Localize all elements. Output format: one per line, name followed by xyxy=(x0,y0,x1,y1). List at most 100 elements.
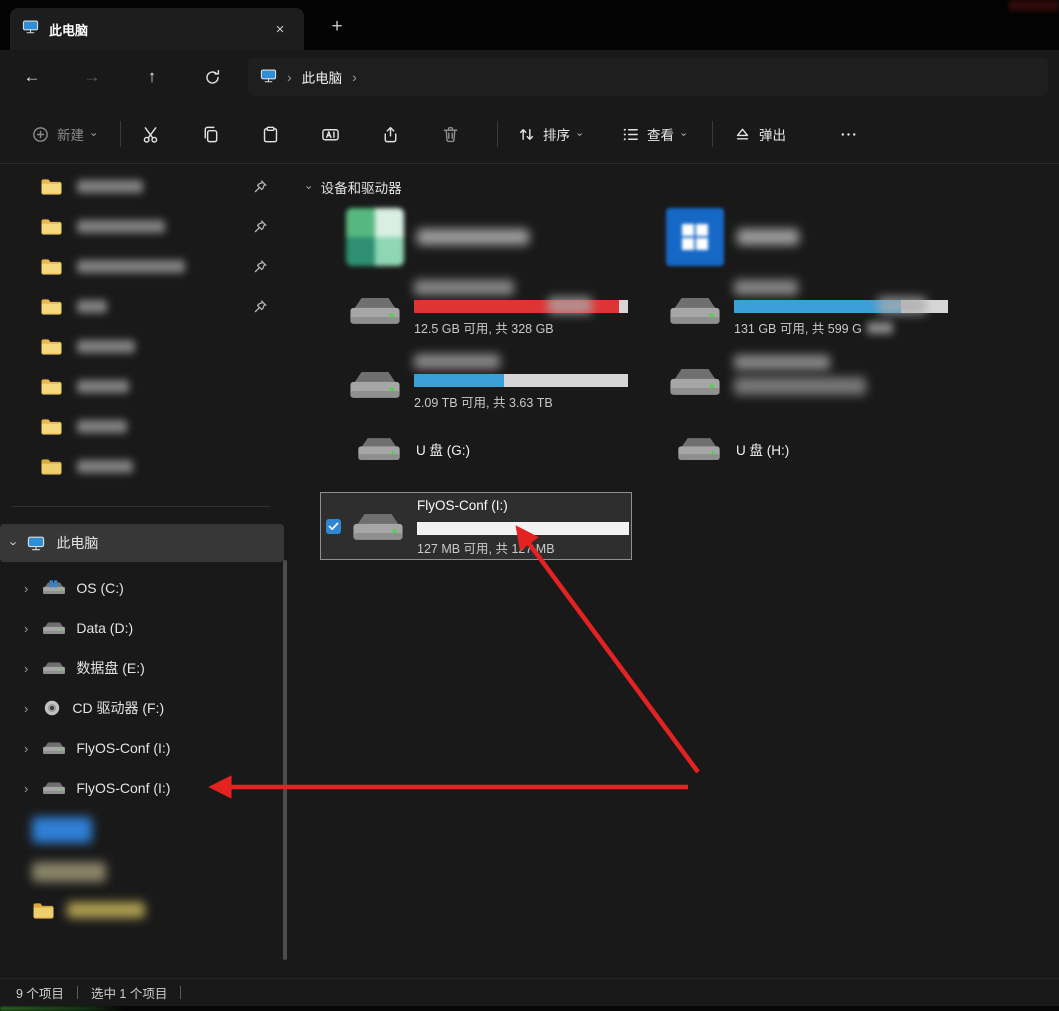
sidebar-folder[interactable] xyxy=(4,326,282,366)
drive-tile[interactable]: 12.5 GB 可用, 共 328 GB xyxy=(320,278,632,344)
breadcrumb-item-this-pc[interactable]: 此电脑 xyxy=(302,67,343,87)
redacted-windows-icon xyxy=(666,208,724,266)
refresh-button[interactable] xyxy=(194,59,230,95)
more-options-button[interactable] xyxy=(828,115,868,153)
folder-icon xyxy=(40,417,63,436)
sidebar-item-drive-d[interactable]: › Data (D:) xyxy=(4,608,282,648)
share-button[interactable] xyxy=(370,115,410,153)
redacted-icon xyxy=(32,817,92,843)
chevron-right-icon[interactable]: › xyxy=(24,581,28,596)
redacted-drive-name xyxy=(734,355,830,370)
view-button[interactable]: 查看 › xyxy=(612,115,694,153)
chevron-down-icon: › xyxy=(573,132,584,136)
sidebar-redacted-item[interactable] xyxy=(4,810,282,850)
redacted-label xyxy=(67,902,145,918)
sidebar-pinned-folder[interactable] xyxy=(4,246,282,286)
selection-checkbox[interactable] xyxy=(326,519,341,534)
drive-icon xyxy=(42,660,66,677)
rename-button[interactable] xyxy=(310,115,350,153)
disk-usage-bar xyxy=(417,522,629,535)
cut-button[interactable] xyxy=(130,115,170,153)
drive-tile[interactable]: U 盘 (H:) xyxy=(640,426,952,472)
drive-tile[interactable] xyxy=(640,352,952,418)
bottom-edge xyxy=(0,1006,1059,1011)
tab-close-icon[interactable]: × xyxy=(268,17,292,41)
redacted-folder-name xyxy=(77,380,129,393)
file-explorer-window: 此电脑 × + ← → ↑ › 此电脑 › 新建 › xyxy=(0,0,1059,1011)
drive-tile[interactable]: 2.09 TB 可用, 共 3.63 TB xyxy=(320,352,632,418)
sidebar-item-drive-flyos-1[interactable]: › FlyOS-Conf (I:) xyxy=(4,728,282,768)
sort-button[interactable]: 排序 › xyxy=(508,115,590,153)
drive-tile-selected[interactable]: FlyOS-Conf (I:) 127 MB 可用, 共 127 MB xyxy=(320,492,632,560)
chevron-right-icon[interactable]: › xyxy=(24,701,28,716)
section-header-devices-and-drives[interactable]: › 设备和驱动器 xyxy=(306,177,402,197)
sidebar-item-label: CD 驱动器 (F:) xyxy=(72,698,164,718)
drive-tile[interactable]: 131 GB 可用, 共 599 G xyxy=(640,278,952,344)
sidebar-redacted-item[interactable] xyxy=(4,852,282,892)
sidebar-pinned-folder[interactable] xyxy=(4,166,282,206)
sidebar-pinned-folder[interactable] xyxy=(4,206,282,246)
breadcrumb: › 此电脑 › xyxy=(248,58,1048,96)
chevron-right-icon[interactable]: › xyxy=(24,741,28,756)
redacted-region xyxy=(0,1006,125,1011)
redacted-folder-name xyxy=(77,300,107,313)
up-button[interactable]: ↑ xyxy=(134,59,170,95)
disk-usage-text: 127 MB 可用, 共 127 MB xyxy=(417,538,555,557)
copy-button[interactable] xyxy=(190,115,230,153)
new-button[interactable]: 新建 › xyxy=(22,115,104,153)
sidebar-item-label: OS (C:) xyxy=(76,580,123,596)
content-pane: › 设备和驱动器 xyxy=(300,164,1059,978)
redacted-folder-name xyxy=(77,220,165,233)
redacted-folder-name xyxy=(77,460,133,473)
drive-icon xyxy=(668,293,722,335)
sidebar-redacted-item[interactable] xyxy=(4,890,282,930)
sidebar-pinned-folder[interactable] xyxy=(4,286,282,326)
chevron-right-icon[interactable]: › xyxy=(287,70,292,84)
computer-icon[interactable] xyxy=(260,68,277,86)
chevron-down-icon[interactable]: › xyxy=(8,541,21,545)
sidebar-folder[interactable] xyxy=(4,366,282,406)
folder-icon xyxy=(40,377,63,396)
redacted-drive-name xyxy=(417,229,529,245)
eject-button[interactable]: 弹出 xyxy=(724,115,795,153)
sidebar-item-drive-flyos-2[interactable]: › FlyOS-Conf (I:) xyxy=(4,768,282,808)
drive-tile[interactable] xyxy=(320,203,632,271)
sidebar-scrollbar[interactable] xyxy=(283,560,287,960)
sidebar-item-this-pc[interactable]: › 此电脑 xyxy=(0,524,284,562)
chevron-down-icon: › xyxy=(677,132,688,136)
chevron-down-icon[interactable]: › xyxy=(302,185,313,189)
sidebar-item-drive-c[interactable]: › OS (C:) xyxy=(4,568,282,608)
sidebar-item-drive-f[interactable]: › CD 驱动器 (F:) xyxy=(4,688,282,728)
command-toolbar: 新建 › 排序 › 查看 › xyxy=(0,104,1059,164)
sidebar-item-label: FlyOS-Conf (I:) xyxy=(76,740,170,756)
sidebar-folder[interactable] xyxy=(4,446,282,486)
drive-icon xyxy=(42,780,66,797)
sidebar-item-label: FlyOS-Conf (I:) xyxy=(76,780,170,796)
drive-icon xyxy=(348,293,402,335)
folder-icon xyxy=(32,901,55,920)
forward-button[interactable]: → xyxy=(74,59,110,95)
chevron-right-icon[interactable]: › xyxy=(24,621,28,636)
sidebar-item-drive-e[interactable]: › 数据盘 (E:) xyxy=(4,648,282,688)
redacted-drive-name xyxy=(737,229,799,245)
chevron-right-icon[interactable]: › xyxy=(352,70,357,84)
sidebar-folder[interactable] xyxy=(4,406,282,446)
drive-tile[interactable]: U 盘 (G:) xyxy=(320,426,632,472)
chevron-right-icon[interactable]: › xyxy=(24,661,28,676)
folder-icon xyxy=(40,297,63,316)
redacted-region xyxy=(878,297,926,314)
drive-tile[interactable] xyxy=(640,203,952,271)
delete-button[interactable] xyxy=(430,115,470,153)
folder-icon xyxy=(40,337,63,356)
redacted-folder-name xyxy=(77,420,127,433)
back-button[interactable]: ← xyxy=(14,59,50,95)
new-tab-button[interactable]: + xyxy=(322,13,352,41)
new-button-label: 新建 xyxy=(57,124,84,144)
chevron-right-icon[interactable]: › xyxy=(24,781,28,796)
computer-icon xyxy=(27,535,45,551)
paste-button[interactable] xyxy=(250,115,290,153)
disk-usage-text: 12.5 GB 可用, 共 328 GB xyxy=(414,318,632,337)
drive-icon xyxy=(356,434,402,465)
tab-this-pc[interactable]: 此电脑 × xyxy=(10,8,304,50)
computer-icon xyxy=(22,19,39,39)
